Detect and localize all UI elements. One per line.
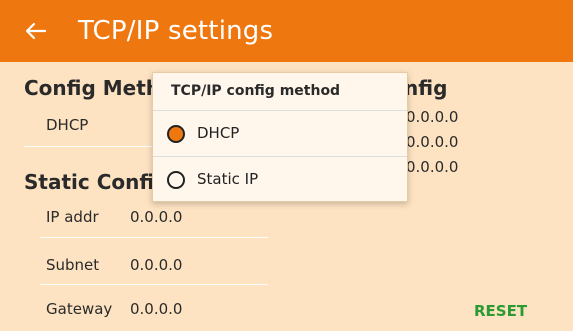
arrow-left-icon [25,22,47,40]
option-label: DHCP [197,124,240,142]
app-bar: TCP/IP settings [0,0,573,62]
gateway-value[interactable]: 0.0.0.0 [130,300,182,318]
subnet-value[interactable]: 0.0.0.0 [130,256,182,274]
divider [40,237,268,238]
back-button[interactable] [18,14,54,48]
current-ip-value: 0.0.0.0 [406,108,459,126]
config-method-dialog: TCP/IP config method DHCP Static IP [152,72,408,202]
current-subnet-value: 0.0.0.0 [406,133,459,151]
current-config-heading: nfig [404,76,448,100]
option-dhcp[interactable]: DHCP [153,112,407,156]
static-config-heading: Static Config [24,170,169,194]
config-method-value[interactable]: DHCP [46,116,88,134]
divider [40,284,268,285]
gateway-label: Gateway [46,300,113,318]
reset-button[interactable]: RESET [474,302,527,320]
radio-unselected-icon[interactable] [167,171,185,189]
current-gateway-value: 0.0.0.0 [406,158,459,176]
ip-addr-label: IP addr [46,208,99,226]
settings-screen: TCP/IP settings Config Meth DHCP nfig 0.… [0,0,573,331]
option-label: Static IP [197,170,259,188]
dialog-title: TCP/IP config method [171,83,341,99]
dialog-divider [153,110,407,111]
page-title: TCP/IP settings [78,16,274,46]
dialog-divider [153,156,407,157]
config-method-heading: Config Meth [24,76,161,100]
subnet-label: Subnet [46,256,100,274]
ip-addr-value[interactable]: 0.0.0.0 [130,208,182,226]
option-static-ip[interactable]: Static IP [153,158,407,202]
radio-selected-icon[interactable] [167,125,185,143]
